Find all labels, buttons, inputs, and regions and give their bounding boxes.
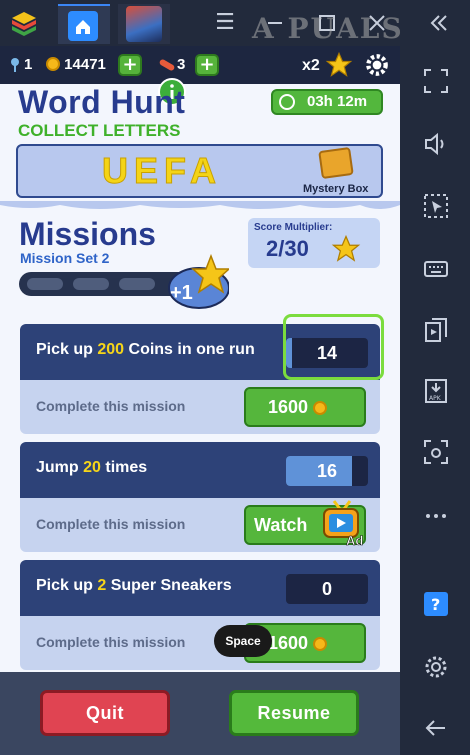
mission-header: Pick up 2 Super Sneakers 0	[20, 560, 380, 616]
coin-icon	[313, 401, 328, 415]
volume-icon[interactable]	[423, 131, 449, 157]
mission-text: Pick up	[36, 341, 98, 358]
menu-icon[interactable]: ☰	[210, 8, 240, 38]
progress-pip	[27, 278, 63, 290]
hunt-word: UEFA	[101, 150, 223, 192]
add-coins-button[interactable]: +	[118, 54, 142, 76]
boards-count: 3	[177, 56, 186, 73]
hoverboard-icon	[159, 59, 175, 71]
skip-mission-coins-button[interactable]: 1600	[244, 387, 366, 427]
score-multiplier-label: Score Multiplier:	[254, 222, 333, 233]
paint-drip-divider	[0, 201, 400, 209]
mission-text: Pick up	[36, 577, 98, 594]
key-icon	[11, 58, 19, 72]
coin-icon	[313, 637, 328, 651]
resume-button[interactable]: Resume	[229, 690, 359, 736]
complete-mission-label: Complete this mission	[36, 398, 186, 414]
mission-target: 2	[97, 577, 107, 594]
tab-home[interactable]	[58, 4, 110, 44]
coin-icon	[46, 57, 60, 71]
mission-target: 20	[83, 459, 101, 476]
mission-text: Super Sneakers	[106, 577, 232, 594]
mission-set-label: Mission Set 2	[20, 250, 110, 266]
fullscreen-icon[interactable]	[423, 68, 449, 94]
score-multiplier-value: 2/30	[266, 236, 309, 261]
event-timer: 03h 12m	[271, 89, 383, 115]
mission-footer: Complete this mission 1600	[20, 380, 380, 434]
mission-description: Pick up 200 Coins in one run	[36, 341, 255, 359]
button-label: 1600	[268, 397, 309, 417]
button-label: Watch	[254, 515, 308, 535]
emulator-sidebar: APK ?	[400, 46, 470, 755]
svg-text:APK: APK	[429, 395, 442, 402]
coins-display: 14471	[46, 56, 106, 73]
score-multiplier-badge: x2	[302, 57, 320, 74]
add-boards-button[interactable]: +	[195, 54, 219, 76]
mystery-box-icon[interactable]	[318, 146, 354, 180]
event-title: Word Hunt	[18, 84, 186, 120]
stopwatch-icon	[279, 94, 295, 110]
quit-button[interactable]: Quit	[40, 690, 170, 736]
progress-pip	[73, 278, 109, 290]
title-bar: ☰ A PUALS	[0, 0, 470, 46]
camera-icon[interactable]	[423, 439, 449, 465]
mission-count: 0	[321, 579, 332, 599]
button-label: 1600	[268, 633, 309, 653]
progress-pip	[119, 278, 155, 290]
tab-subway-surfers[interactable]	[118, 4, 170, 44]
watermark: A PUALS	[252, 12, 404, 45]
hud-bar: 1 14471 + 3 + x2	[0, 46, 400, 84]
help-icon[interactable]: ?	[423, 591, 449, 617]
bonus-label: +1	[170, 282, 193, 304]
collapse-icon[interactable]	[424, 8, 454, 38]
star-icon	[325, 51, 353, 77]
select-icon[interactable]	[423, 193, 449, 219]
mission-target: 200	[97, 341, 125, 358]
home-icon	[68, 11, 98, 41]
mission-count: 16	[316, 461, 338, 481]
mission-text: Jump	[36, 459, 84, 476]
mission-progress: 0	[286, 574, 368, 604]
more-icon[interactable]	[423, 503, 449, 529]
game-thumbnail	[126, 6, 162, 42]
mystery-box-label: Mystery Box	[303, 183, 369, 195]
coins-count: 14471	[64, 56, 106, 73]
watch-ad-button[interactable]: Watch Ad	[244, 500, 366, 548]
settings-gear-icon[interactable]	[364, 52, 390, 78]
star-icon	[331, 234, 361, 262]
ad-badge: Ad	[346, 533, 364, 549]
score-multiplier-panel: Score Multiplier: 2/30	[248, 218, 380, 268]
bluestacks-window: ☰ A PUALS 1 14471 + 3 + x2 Word Hunt COL…	[0, 0, 470, 755]
mission-text: Coins in one run	[124, 341, 255, 358]
complete-mission-label: Complete this mission	[36, 516, 186, 532]
mission-footer: Complete this mission 1600	[20, 616, 380, 670]
space-key-hint[interactable]: Space	[214, 625, 272, 657]
mission-text: times	[100, 459, 148, 476]
highlight-outline	[283, 314, 384, 380]
mission-footer: Complete this mission Watch Ad	[20, 498, 380, 552]
mission-header: Jump 20 times 16	[20, 442, 380, 498]
game-viewport: 1 14471 + 3 + x2 Word Hunt COLLECT LETTE…	[0, 46, 400, 755]
apk-icon[interactable]: APK	[423, 378, 449, 404]
keyboard-icon[interactable]	[423, 256, 449, 282]
mission-description: Jump 20 times	[36, 459, 147, 477]
missions-title: Missions	[19, 216, 156, 252]
svg-text:?: ?	[431, 595, 440, 614]
mission-description: Pick up 2 Super Sneakers	[36, 577, 232, 595]
settings-icon[interactable]	[423, 654, 449, 680]
event-subtitle: COLLECT LETTERS	[18, 121, 181, 140]
complete-mission-label: Complete this mission	[36, 634, 186, 650]
mission-progress: 16	[286, 456, 368, 486]
bottom-action-bar: Quit Resume	[0, 672, 400, 755]
keys-count: 1	[24, 56, 33, 73]
screenshot-icon[interactable]	[423, 317, 449, 343]
bluestacks-logo-icon[interactable]	[10, 10, 38, 38]
timer-value: 03h 12m	[307, 93, 368, 110]
back-icon[interactable]	[423, 715, 449, 741]
